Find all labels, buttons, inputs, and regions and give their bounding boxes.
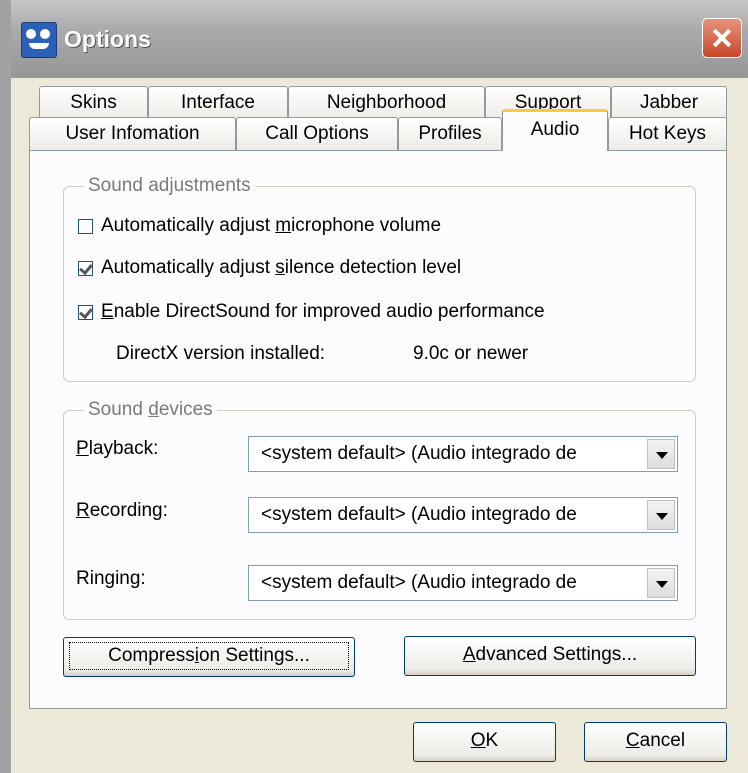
chevron-down-icon[interactable]: [647, 568, 675, 598]
advanced-settings-button[interactable]: Advanced Settings...: [404, 636, 696, 676]
chevron-down-icon[interactable]: [647, 439, 675, 469]
button-label: Cancel: [625, 730, 686, 751]
recording-label: Recording:: [76, 500, 168, 521]
window-border: [0, 0, 11, 773]
tab-call-options[interactable]: Call Options: [236, 117, 398, 151]
sound-devices-title: Sound devices: [84, 399, 217, 421]
ringing-device-select[interactable]: <system default> (Audio integrado de: [248, 565, 678, 601]
auto-silence-detection-checkbox[interactable]: Automatically adjust silence detection l…: [78, 255, 461, 281]
tab-jabber[interactable]: Jabber: [611, 86, 727, 120]
auto-mic-volume-checkbox[interactable]: Automatically adjust microphone volume: [78, 213, 441, 239]
window-title: Options: [64, 26, 151, 52]
recording-device-select[interactable]: <system default> (Audio integrado de: [248, 497, 678, 533]
directx-version-label: DirectX version installed:: [116, 343, 326, 364]
checkbox-label: Automatically adjust microphone volume: [101, 215, 442, 236]
checkbox-label: Enable DirectSound for improved audio pe…: [101, 301, 545, 322]
tab-hot-keys[interactable]: Hot Keys: [608, 117, 727, 151]
playback-selected-value: <system default> (Audio integrado de: [261, 443, 577, 464]
options-window: Options Skins Interface Neighborhood Sup…: [0, 0, 748, 773]
tab-user-information[interactable]: User Infomation: [29, 117, 236, 151]
checkbox-box[interactable]: [78, 218, 93, 234]
tab-interface[interactable]: Interface: [148, 86, 288, 120]
enable-directsound-checkbox[interactable]: Enable DirectSound for improved audio pe…: [78, 299, 545, 325]
tab-profiles[interactable]: Profiles: [398, 117, 502, 151]
title-bar[interactable]: Options: [0, 0, 748, 78]
tab-neighborhood[interactable]: Neighborhood: [288, 86, 485, 120]
ringing-selected-value: <system default> (Audio integrado de: [261, 572, 577, 593]
compression-settings-button[interactable]: Compression Settings...: [63, 637, 355, 677]
button-label: Compression Settings...: [69, 642, 349, 670]
playback-label: Playback:: [76, 438, 159, 459]
cancel-button[interactable]: Cancel: [584, 722, 727, 762]
ok-button[interactable]: OK: [413, 722, 556, 762]
checkbox-box[interactable]: [78, 304, 93, 320]
directx-version-value: 9.0c or newer: [413, 343, 529, 364]
recording-selected-value: <system default> (Audio integrado de: [261, 504, 577, 525]
sound-adjustments-title: Sound adjustments: [84, 175, 255, 197]
chevron-down-icon[interactable]: [647, 500, 675, 530]
ringing-label: Ringing:: [76, 568, 146, 589]
tab-skins[interactable]: Skins: [39, 86, 148, 120]
close-icon[interactable]: [702, 18, 742, 58]
tab-audio[interactable]: Audio: [502, 109, 608, 151]
button-label: OK: [470, 730, 499, 751]
app-logo-icon: [21, 22, 57, 58]
checkbox-box[interactable]: [78, 260, 93, 276]
playback-device-select[interactable]: <system default> (Audio integrado de: [248, 436, 678, 472]
button-label: Advanced Settings...: [462, 644, 638, 665]
checkbox-label: Automatically adjust silence detection l…: [101, 257, 462, 278]
